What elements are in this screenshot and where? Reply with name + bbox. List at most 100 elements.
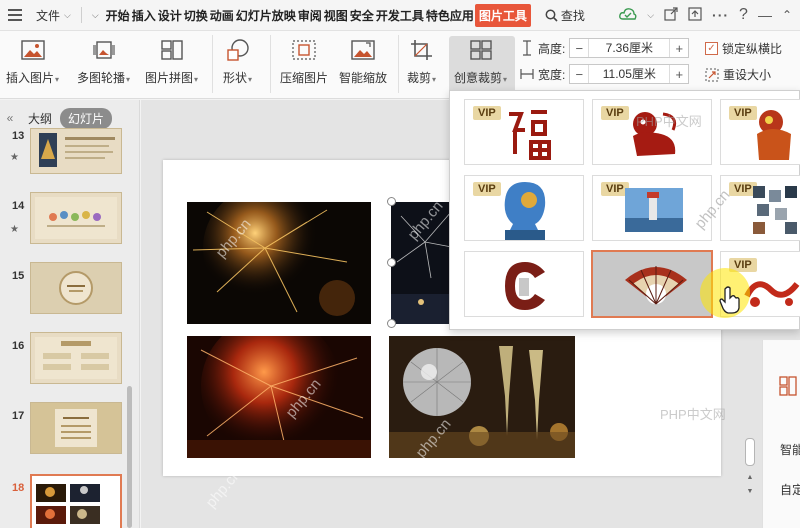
crop-shape-monkey[interactable]: VIP [592, 99, 712, 165]
height-value[interactable]: 7.36厘米 [588, 39, 671, 57]
width-increase-button[interactable]: + [670, 67, 688, 82]
creative-crop-button[interactable]: 创意裁剪▾ [454, 37, 507, 86]
collapse-panel-icon[interactable]: « [0, 111, 20, 125]
file-menu[interactable]: 文件 ⌵ [30, 7, 77, 24]
tab-insert[interactable]: 插入 [131, 7, 157, 24]
scroll-up-icon[interactable]: ▲ [745, 474, 755, 481]
minimize-icon[interactable]: — [758, 7, 772, 23]
tab-developer[interactable]: 开发工具 [375, 7, 425, 24]
export-icon[interactable] [688, 6, 702, 24]
smart-zoom-icon [350, 37, 376, 63]
crop-shape-fan[interactable] [591, 250, 713, 318]
width-decrease-button[interactable]: − [570, 67, 588, 82]
window-controls: ⌵ ··· ? — ⌃ [619, 6, 800, 24]
search-icon [545, 9, 558, 22]
chevron-down-icon[interactable]: ⌵ [647, 10, 654, 21]
fireworks-gold-photo[interactable] [187, 202, 371, 324]
picture-collage-label: 图片拼图 [145, 71, 194, 85]
slide-item-13[interactable]: 13 ★ [0, 128, 140, 178]
slide-number: 17 [12, 410, 25, 422]
tab-animation[interactable]: 动画 [209, 7, 235, 24]
tab-review[interactable]: 审阅 [297, 7, 323, 24]
crop-shape-silhouette-balloon[interactable]: VIP [464, 175, 584, 241]
crop-shape-fu-character[interactable]: VIP [464, 99, 584, 165]
crop-shape-rooster[interactable]: VIP [720, 99, 800, 165]
crop-icon [409, 37, 435, 63]
caret-down-icon: ▾ [194, 75, 199, 84]
shape-icon [225, 37, 251, 63]
tab-transition[interactable]: 切换 [183, 7, 209, 24]
slide-item-14[interactable]: 14 ★ [0, 190, 140, 246]
slide-thumbnail[interactable] [30, 262, 122, 314]
resize-handle[interactable] [387, 319, 396, 328]
panel-scrollbar[interactable] [127, 386, 132, 528]
lock-ratio-checkbox[interactable]: ✓ 锁定纵横比 [705, 40, 782, 57]
multi-outline-label: 多图轮播 [77, 71, 126, 85]
shape-label: 形状 [223, 71, 248, 85]
tab-slideshow[interactable]: 幻灯片放映 [235, 7, 297, 24]
crop-button[interactable]: 裁剪▾ [407, 37, 436, 86]
tab-view[interactable]: 视图 [323, 7, 349, 24]
tab-slides[interactable]: 幻灯片 [60, 107, 113, 129]
width-stepper[interactable]: − 11.05厘米 + [569, 64, 690, 84]
layout-icon[interactable] [779, 376, 797, 396]
resize-handle[interactable] [387, 197, 396, 206]
disco-champagne-photo[interactable] [389, 336, 575, 458]
crop-shape-letter-c[interactable] [464, 251, 584, 317]
scrollbar-thumb[interactable] [745, 438, 755, 466]
height-decrease-button[interactable]: − [570, 41, 588, 56]
crop-shape-mosaic-city[interactable]: VIP [720, 175, 800, 241]
shape-button[interactable]: 形状▾ [223, 37, 252, 86]
slide-thumbnail[interactable] [30, 128, 122, 174]
slide-number: 18 [12, 482, 25, 494]
menu-bar: 文件 ⌵ ⌵ 开始 插入 设计 切换 动画 幻灯片放映 审阅 视图 安全 开发工… [0, 0, 800, 31]
slide-thumbnail[interactable] [30, 402, 122, 454]
compress-picture-button[interactable]: 压缩图片 [280, 37, 328, 86]
tab-features[interactable]: 特色应用 [425, 7, 475, 24]
smart-zoom-button[interactable]: 智能缩放 [339, 37, 387, 86]
more-icon[interactable]: ··· [712, 7, 729, 23]
picture-collage-button[interactable]: 图片拼图▾ [145, 37, 198, 86]
share-icon[interactable] [664, 6, 678, 24]
reset-size-label: 重设大小 [723, 68, 772, 82]
height-stepper[interactable]: − 7.36厘米 + [569, 38, 690, 58]
ribbon-separator [398, 35, 399, 93]
smart-label[interactable]: 智能 [780, 441, 800, 458]
multi-outline-button[interactable]: 多图轮播▾ [77, 37, 130, 86]
height-row: 高度: − 7.36厘米 + [520, 38, 690, 58]
fireworks-red-photo[interactable] [187, 336, 371, 458]
tab-home[interactable]: 开始 [105, 7, 131, 24]
canvas-scrollbar[interactable]: ▲ ▼ [745, 380, 755, 528]
custom-label[interactable]: 自定 [780, 481, 800, 498]
search-button[interactable]: 查找 [545, 7, 585, 24]
caret-down-icon: ▾ [126, 75, 131, 84]
hamburger-menu-icon[interactable] [0, 0, 30, 31]
help-icon[interactable]: ? [739, 6, 748, 24]
insert-picture-button[interactable]: 插入图片▾ [6, 37, 59, 86]
ribbon-toolbar: 插入图片▾ 多图轮播▾ 图片拼图▾ 形状▾ 压缩图片 智能缩放 裁剪▾ 创意裁剪… [0, 31, 800, 99]
tab-outline[interactable]: 大纲 [20, 108, 60, 129]
cloud-sync-icon[interactable] [619, 7, 637, 24]
slide-item-15[interactable]: 15 [0, 260, 140, 316]
slide-thumbnail[interactable] [30, 474, 122, 528]
slide-item-16[interactable]: 16 [0, 330, 140, 386]
slide-thumbnail[interactable] [30, 192, 122, 244]
slide-item-18[interactable]: 18 [0, 472, 140, 528]
slide-item-17[interactable]: 17 [0, 400, 140, 456]
tab-picture-tools[interactable]: 图片工具 [474, 3, 531, 27]
reset-size-button[interactable]: 重设大小 [705, 66, 771, 83]
caret-down-icon: ▾ [432, 75, 437, 84]
more-chevron-icon[interactable]: ⌵ [92, 10, 99, 21]
slide-thumbnail[interactable] [30, 332, 122, 384]
tab-security[interactable]: 安全 [349, 7, 375, 24]
crop-shape-brush-lighthouse[interactable]: VIP [592, 175, 712, 241]
resize-handle[interactable] [387, 258, 396, 267]
scroll-down-icon[interactable]: ▼ [745, 488, 755, 495]
tab-design[interactable]: 设计 [157, 7, 183, 24]
vip-badge: VIP [473, 106, 501, 120]
chevron-up-icon[interactable]: ⌃ [782, 8, 792, 22]
width-value[interactable]: 11.05厘米 [588, 65, 671, 83]
slide-panel: « 大纲 幻灯片 13 ★ 14 ★ 15 16 17 18 [0, 100, 140, 528]
file-menu-label: 文件 [36, 8, 61, 23]
height-increase-button[interactable]: + [670, 41, 688, 56]
